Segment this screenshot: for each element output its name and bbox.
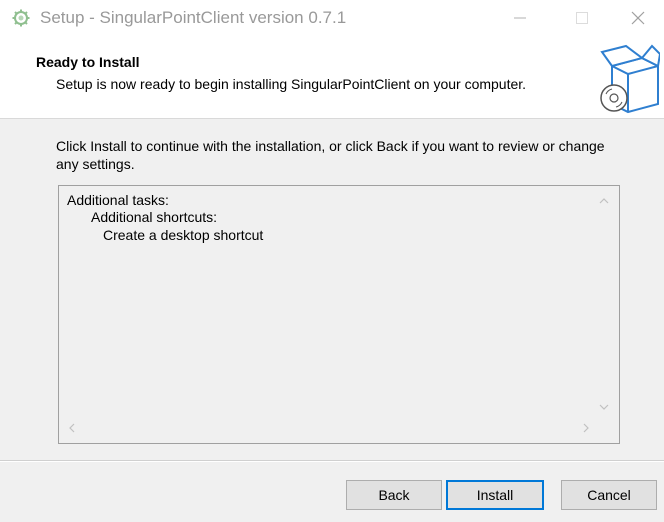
gear-setup-icon [12,9,30,27]
close-icon [631,11,645,25]
maximize-icon [576,12,588,24]
setup-window: Setup - SingularPointClient version 0.7.… [0,0,664,522]
ready-memo[interactable]: Additional tasks: Additional shortcuts: … [58,185,620,444]
scroll-up-icon[interactable] [599,196,609,206]
cancel-button[interactable]: Cancel [561,480,657,510]
page-title: Ready to Install [36,54,140,70]
title-bar[interactable]: Setup - SingularPointClient version 0.7.… [0,0,664,36]
minimize-icon [514,17,526,19]
close-button[interactable] [612,0,664,36]
memo-line: Additional shortcuts: [91,209,218,225]
wizard-header: Ready to Install Setup is now ready to b… [0,36,664,119]
page-subtitle: Setup is now ready to begin installing S… [56,76,527,92]
window-title: Setup - SingularPointClient version 0.7.… [40,8,347,27]
memo-line: Create a desktop shortcut [103,227,264,243]
memo-line: Additional tasks: [67,192,169,208]
scroll-right-icon[interactable] [581,423,591,433]
instruction-text: Click Install to continue with the insta… [56,138,605,172]
install-button[interactable]: Install [446,480,544,510]
software-box-cd-icon [600,44,660,114]
footer-divider-highlight [0,461,664,462]
back-button[interactable]: Back [346,480,442,510]
scroll-left-icon[interactable] [67,423,77,433]
maximize-button[interactable] [556,0,608,36]
minimize-button[interactable] [494,0,546,36]
scroll-down-icon[interactable] [599,402,609,412]
